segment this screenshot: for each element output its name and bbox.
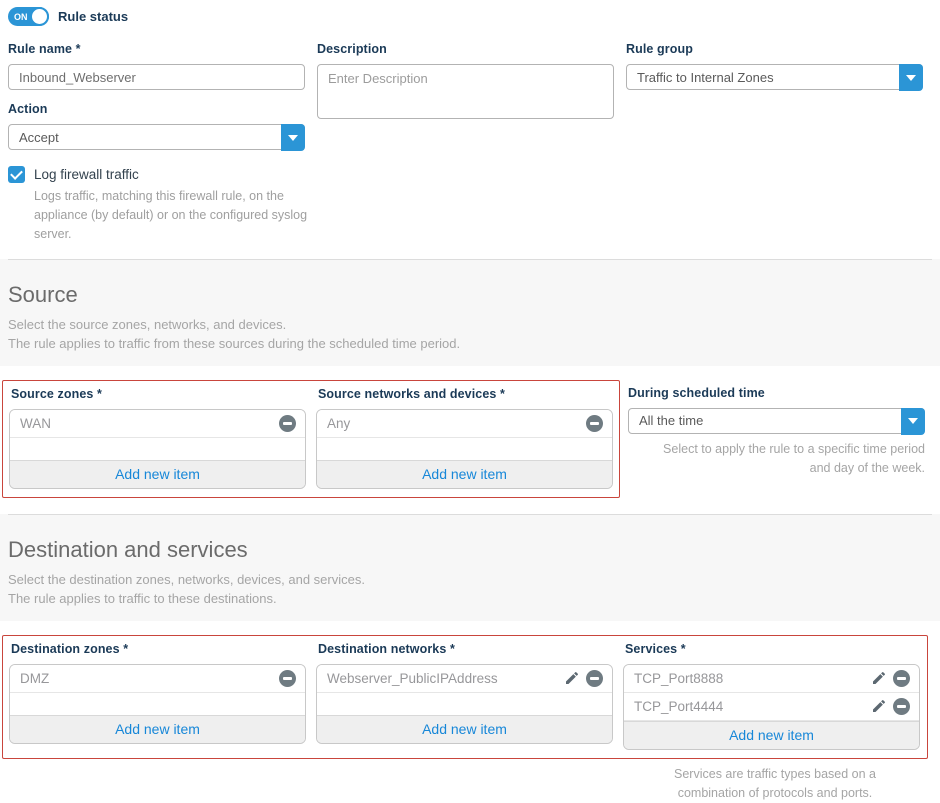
source-networks-group: Source networks and devices * Any Add ne… bbox=[316, 383, 613, 489]
list-item-label: Any bbox=[327, 415, 351, 431]
rule-group-select[interactable]: Traffic to Internal Zones bbox=[626, 64, 923, 91]
schedule-help-line-2: and day of the week. bbox=[809, 461, 925, 476]
toggle-knob-icon bbox=[30, 7, 49, 26]
source-section-subtitle-2: The rule applies to traffic from these s… bbox=[8, 336, 461, 352]
destination-networks-list: Webserver_PublicIPAddress Add new item bbox=[316, 663, 613, 744]
remove-icon[interactable] bbox=[279, 414, 296, 432]
add-destination-network-button[interactable]: Add new item bbox=[317, 714, 612, 743]
rule-name-group: Rule name * Action Accept bbox=[8, 36, 305, 151]
list-item-label: Webserver_PublicIPAddress bbox=[327, 670, 498, 686]
services-group: Services * TCP_Port8888 TCP_Port4444 Add… bbox=[623, 638, 920, 750]
source-zones-list: WAN Add new item bbox=[9, 408, 306, 489]
log-traffic-checkbox[interactable] bbox=[8, 166, 25, 183]
list-item: Any bbox=[317, 409, 612, 438]
destination-required-box: Destination zones * DMZ Add new item Des… bbox=[2, 634, 928, 759]
schedule-value: All the time bbox=[639, 413, 704, 429]
schedule-help-line-1: Select to apply the rule to a specific t… bbox=[663, 441, 925, 456]
destination-zones-group: Destination zones * DMZ Add new item bbox=[9, 638, 306, 750]
log-traffic-row: Log firewall traffic bbox=[8, 166, 932, 183]
list-item-label: TCP_Port4444 bbox=[634, 698, 724, 714]
destination-zones-label: Destination zones * bbox=[11, 641, 129, 656]
action-value: Accept bbox=[19, 129, 59, 145]
log-traffic-help: Logs traffic, matching this firewall rul… bbox=[34, 189, 308, 241]
schedule-select[interactable]: All the time bbox=[628, 407, 925, 435]
remove-icon[interactable] bbox=[586, 669, 603, 687]
rule-form-section: ON Rule status Rule name * Action Accept… bbox=[0, 0, 940, 243]
services-list: TCP_Port8888 TCP_Port4444 Add new item bbox=[623, 663, 920, 750]
description-input[interactable] bbox=[317, 64, 614, 119]
description-group: Description bbox=[317, 36, 614, 150]
list-empty-space bbox=[317, 437, 612, 460]
schedule-group: During scheduled time All the time Selec… bbox=[628, 380, 925, 479]
source-zones-label: Source zones * bbox=[11, 386, 103, 401]
add-source-zone-button[interactable]: Add new item bbox=[10, 459, 305, 488]
action-label: Action bbox=[8, 102, 48, 116]
rule-group-label: Rule group bbox=[626, 42, 693, 56]
list-item: TCP_Port8888 bbox=[624, 664, 919, 693]
add-service-button[interactable]: Add new item bbox=[624, 720, 919, 749]
toggle-on-label: ON bbox=[14, 11, 28, 22]
remove-icon[interactable] bbox=[586, 414, 603, 432]
edit-icon[interactable] bbox=[871, 670, 887, 686]
schedule-label: During scheduled time bbox=[628, 385, 765, 400]
source-zones-group: Source zones * WAN Add new item bbox=[9, 383, 306, 489]
destination-section-subtitle-2: The rule applies to traffic to these des… bbox=[8, 590, 277, 606]
list-item: Webserver_PublicIPAddress bbox=[317, 664, 612, 693]
rule-name-input[interactable] bbox=[8, 64, 305, 90]
rule-status-row: ON Rule status bbox=[8, 7, 932, 26]
add-source-network-button[interactable]: Add new item bbox=[317, 459, 612, 488]
destination-networks-label: Destination networks * bbox=[318, 641, 455, 656]
caret-glyph bbox=[288, 134, 298, 141]
destination-networks-group: Destination networks * Webserver_PublicI… bbox=[316, 638, 613, 750]
list-item-label: DMZ bbox=[20, 670, 50, 686]
services-help-line-2: combination of protocols and ports. bbox=[677, 786, 873, 800]
list-empty-space bbox=[10, 692, 305, 715]
list-item: DMZ bbox=[10, 664, 305, 693]
list-empty-space bbox=[10, 437, 305, 460]
source-section-subtitle-1: Select the source zones, networks, and d… bbox=[8, 317, 287, 333]
caret-glyph bbox=[906, 74, 916, 81]
section-divider bbox=[8, 513, 932, 515]
services-help: Services are traffic types based on a co… bbox=[625, 765, 925, 803]
description-label: Description bbox=[317, 42, 387, 56]
rule-name-label: Rule name * bbox=[8, 42, 81, 56]
edit-icon[interactable] bbox=[871, 698, 887, 714]
destination-section-subtitle-1: Select the destination zones, networks, … bbox=[8, 571, 365, 587]
list-item-label: TCP_Port8888 bbox=[634, 670, 724, 686]
source-heading-band: Source Select the source zones, networks… bbox=[0, 259, 940, 366]
remove-icon[interactable] bbox=[893, 669, 910, 687]
log-traffic-label: Log firewall traffic bbox=[34, 167, 139, 182]
destination-heading-band: Destination and services Select the dest… bbox=[0, 513, 940, 621]
rule-status-label: Rule status bbox=[58, 9, 129, 24]
list-empty-space bbox=[317, 692, 612, 715]
source-required-box: Source zones * WAN Add new item Source n… bbox=[2, 379, 620, 498]
chevron-down-icon[interactable] bbox=[901, 407, 925, 435]
destination-fields-row: Destination zones * DMZ Add new item Des… bbox=[0, 621, 940, 803]
services-help-line-1: Services are traffic types based on a bbox=[674, 766, 876, 781]
destination-section-title: Destination and services bbox=[8, 536, 248, 562]
rule-group-group: Rule group Traffic to Internal Zones bbox=[626, 36, 923, 150]
list-item: TCP_Port4444 bbox=[624, 692, 919, 721]
action-select[interactable]: Accept bbox=[8, 124, 305, 151]
remove-icon[interactable] bbox=[893, 697, 910, 715]
list-item: WAN bbox=[10, 409, 305, 438]
rule-status-toggle[interactable]: ON bbox=[8, 7, 49, 26]
destination-zones-list: DMZ Add new item bbox=[9, 663, 306, 744]
edit-icon[interactable] bbox=[564, 670, 580, 686]
chevron-down-icon[interactable] bbox=[281, 124, 305, 151]
source-networks-list: Any Add new item bbox=[316, 408, 613, 489]
chevron-down-icon[interactable] bbox=[899, 64, 923, 91]
schedule-help: Select to apply the rule to a specific t… bbox=[628, 440, 925, 479]
section-divider bbox=[8, 259, 932, 261]
source-networks-label: Source networks and devices * bbox=[318, 386, 506, 401]
rule-group-value: Traffic to Internal Zones bbox=[637, 69, 774, 85]
caret-glyph bbox=[908, 418, 918, 425]
list-item-label: WAN bbox=[20, 415, 51, 431]
remove-icon[interactable] bbox=[279, 669, 296, 687]
source-section-title: Source bbox=[8, 282, 78, 308]
add-destination-zone-button[interactable]: Add new item bbox=[10, 714, 305, 743]
services-label: Services * bbox=[625, 641, 686, 656]
source-fields-row: Source zones * WAN Add new item Source n… bbox=[0, 366, 940, 498]
